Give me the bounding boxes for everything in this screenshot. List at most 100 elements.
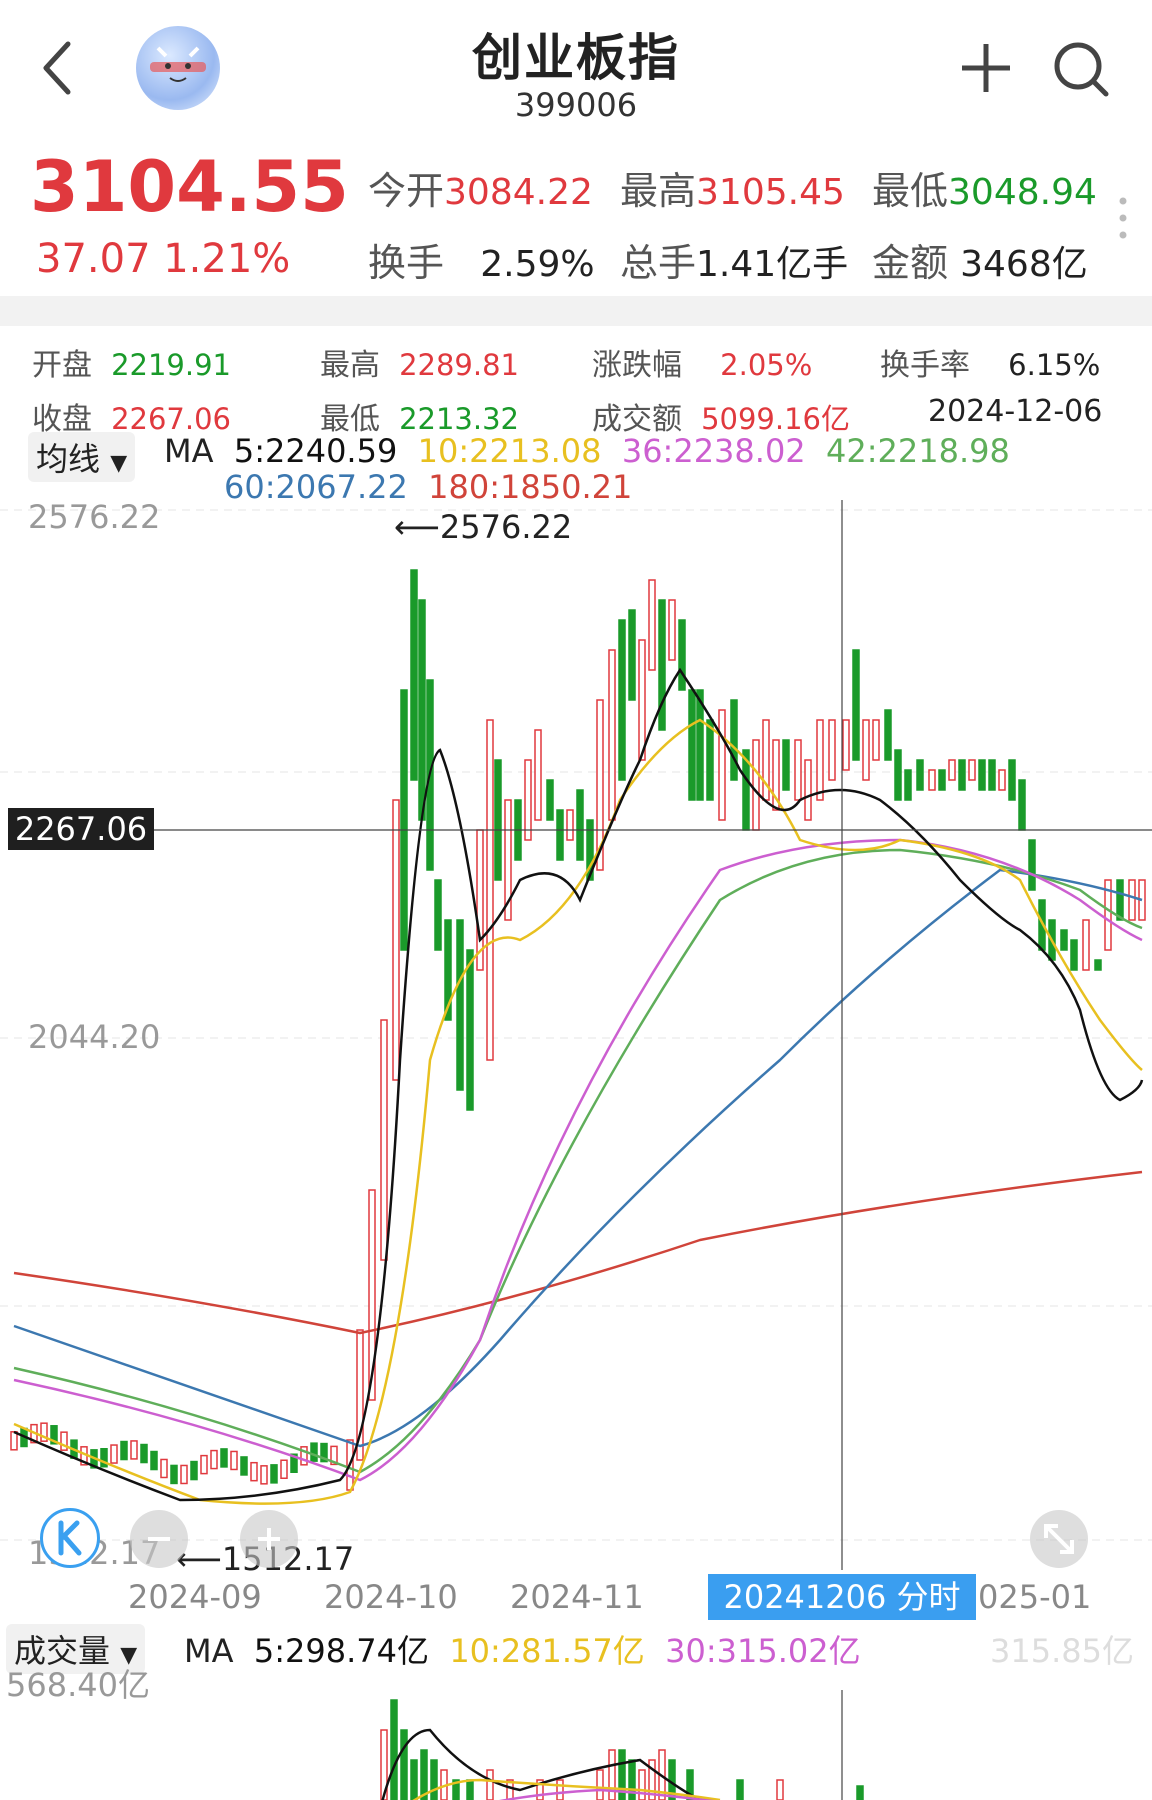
candle xyxy=(928,769,936,791)
candle xyxy=(546,779,554,821)
header-bar: 创业板指 399006 xyxy=(0,0,1152,140)
crosshair-date-button[interactable]: 20241206 分时 > xyxy=(708,1574,976,1662)
indicator-selector[interactable]: 均线 ▼ xyxy=(28,432,136,482)
candle xyxy=(1008,759,1016,801)
price-change: 37.07 1.21% xyxy=(36,236,290,282)
candle xyxy=(752,739,760,831)
x-axis-label: 025-01 xyxy=(978,1578,1092,1616)
candle xyxy=(1018,779,1026,831)
candle xyxy=(794,739,802,801)
candle xyxy=(904,769,912,801)
candle xyxy=(782,739,790,791)
info-open-value: 2219.91 xyxy=(111,348,232,382)
amount-label: 金额 xyxy=(872,241,949,285)
volume-ma10-value: 10:281.57亿 xyxy=(449,1632,645,1670)
volume-ma5-value: 5:298.74亿 xyxy=(253,1632,429,1670)
candle xyxy=(190,1460,198,1481)
candle xyxy=(648,579,656,671)
candle xyxy=(894,749,902,801)
candle xyxy=(576,789,584,861)
candle xyxy=(260,1465,268,1485)
candle xyxy=(816,719,824,801)
candle xyxy=(628,609,636,701)
plus-icon xyxy=(258,1528,280,1550)
candle xyxy=(466,949,474,1111)
candle xyxy=(230,1450,238,1471)
candle xyxy=(842,719,850,771)
volume-chart[interactable] xyxy=(0,1690,1152,1800)
candle xyxy=(486,719,494,1061)
search-icon[interactable] xyxy=(1052,40,1110,98)
candlestick-chart[interactable] xyxy=(0,500,1152,1570)
info-turn-label: 换手率 xyxy=(880,348,970,383)
candle xyxy=(968,759,976,781)
volume-bar xyxy=(430,1759,438,1800)
max-price-marker: ⟵2576.22 xyxy=(394,508,572,546)
low-label: 最低 xyxy=(872,169,949,213)
amount-stat: 金额 3468亿 xyxy=(872,232,1088,287)
divider xyxy=(0,296,1152,326)
candle xyxy=(678,619,686,691)
more-dots-icon[interactable] xyxy=(1118,196,1128,240)
info-chg-value: 2.05% xyxy=(720,348,813,382)
candle xyxy=(696,689,704,801)
candle xyxy=(998,769,1006,791)
volume-ma-legend: MA 5:298.74亿 10:281.57亿 30:315.02亿 xyxy=(184,1626,861,1672)
amount-value: 3468亿 xyxy=(960,244,1088,285)
indicator-selector-label: 均线 xyxy=(36,440,101,478)
y-axis-mid: 2044.20 xyxy=(28,1018,161,1056)
candle xyxy=(170,1464,178,1485)
info-chg: 涨跌幅 2.05% xyxy=(592,340,812,384)
volume-ma30-value: 30:315.02亿 xyxy=(665,1632,861,1670)
ma42-value: 42:2218.98 xyxy=(826,432,1010,470)
candle xyxy=(160,1458,168,1479)
candle xyxy=(494,759,502,881)
candle xyxy=(884,709,892,761)
turnover-label: 换手 xyxy=(368,241,445,285)
volume-bar xyxy=(776,1779,784,1800)
volume-bar xyxy=(628,1759,636,1800)
volume-ma-label: MA xyxy=(184,1632,234,1670)
candle xyxy=(180,1464,188,1485)
volume-bar xyxy=(556,1779,564,1800)
candle xyxy=(638,639,646,761)
turnover-stat: 换手 2.59% xyxy=(368,232,595,287)
volume-bar xyxy=(736,1779,744,1800)
zoom-out-button[interactable] xyxy=(130,1510,188,1568)
candle xyxy=(1116,879,1124,921)
candle xyxy=(1094,959,1102,971)
ma5-value: 5:2240.59 xyxy=(233,432,398,470)
max-price-value: 2576.22 xyxy=(439,508,573,546)
open-label: 今开 xyxy=(368,169,445,213)
candle xyxy=(524,759,532,841)
minus-icon xyxy=(148,1537,170,1541)
candle xyxy=(938,769,946,791)
open-stat: 今开3084.22 xyxy=(368,160,593,215)
candle xyxy=(566,809,574,841)
total-volume-label: 总手 xyxy=(620,241,697,285)
crosshair-price-label: 2267.06 xyxy=(8,808,154,850)
info-date: 2024-12-06 xyxy=(928,394,1103,429)
ma42-line xyxy=(13,848,1143,1474)
candle xyxy=(872,719,880,761)
x-axis-label: 2024-09 xyxy=(128,1578,262,1616)
candle xyxy=(130,1440,138,1460)
x-axis-label: 2024-10 xyxy=(324,1578,458,1616)
k-button[interactable] xyxy=(40,1508,100,1568)
candle xyxy=(978,759,986,791)
volume-header: 成交量 ▼ MA 5:298.74亿 10:281.57亿 30:315.02亿… xyxy=(0,1624,1152,1674)
zoom-in-button[interactable] xyxy=(240,1510,298,1568)
candle xyxy=(958,759,966,791)
high-label: 最高 xyxy=(620,169,697,213)
add-icon[interactable] xyxy=(958,40,1014,96)
volume-bar xyxy=(638,1769,646,1800)
volume-bar xyxy=(466,1779,474,1800)
candle xyxy=(120,1440,128,1461)
candle xyxy=(1028,839,1036,891)
info-chg-label: 涨跌幅 xyxy=(592,348,682,383)
volume-bar xyxy=(390,1699,398,1800)
open-value: 3084.22 xyxy=(444,172,593,213)
k-logo-icon xyxy=(58,1520,82,1556)
candle xyxy=(1082,919,1090,971)
fullscreen-button[interactable] xyxy=(1030,1510,1088,1568)
